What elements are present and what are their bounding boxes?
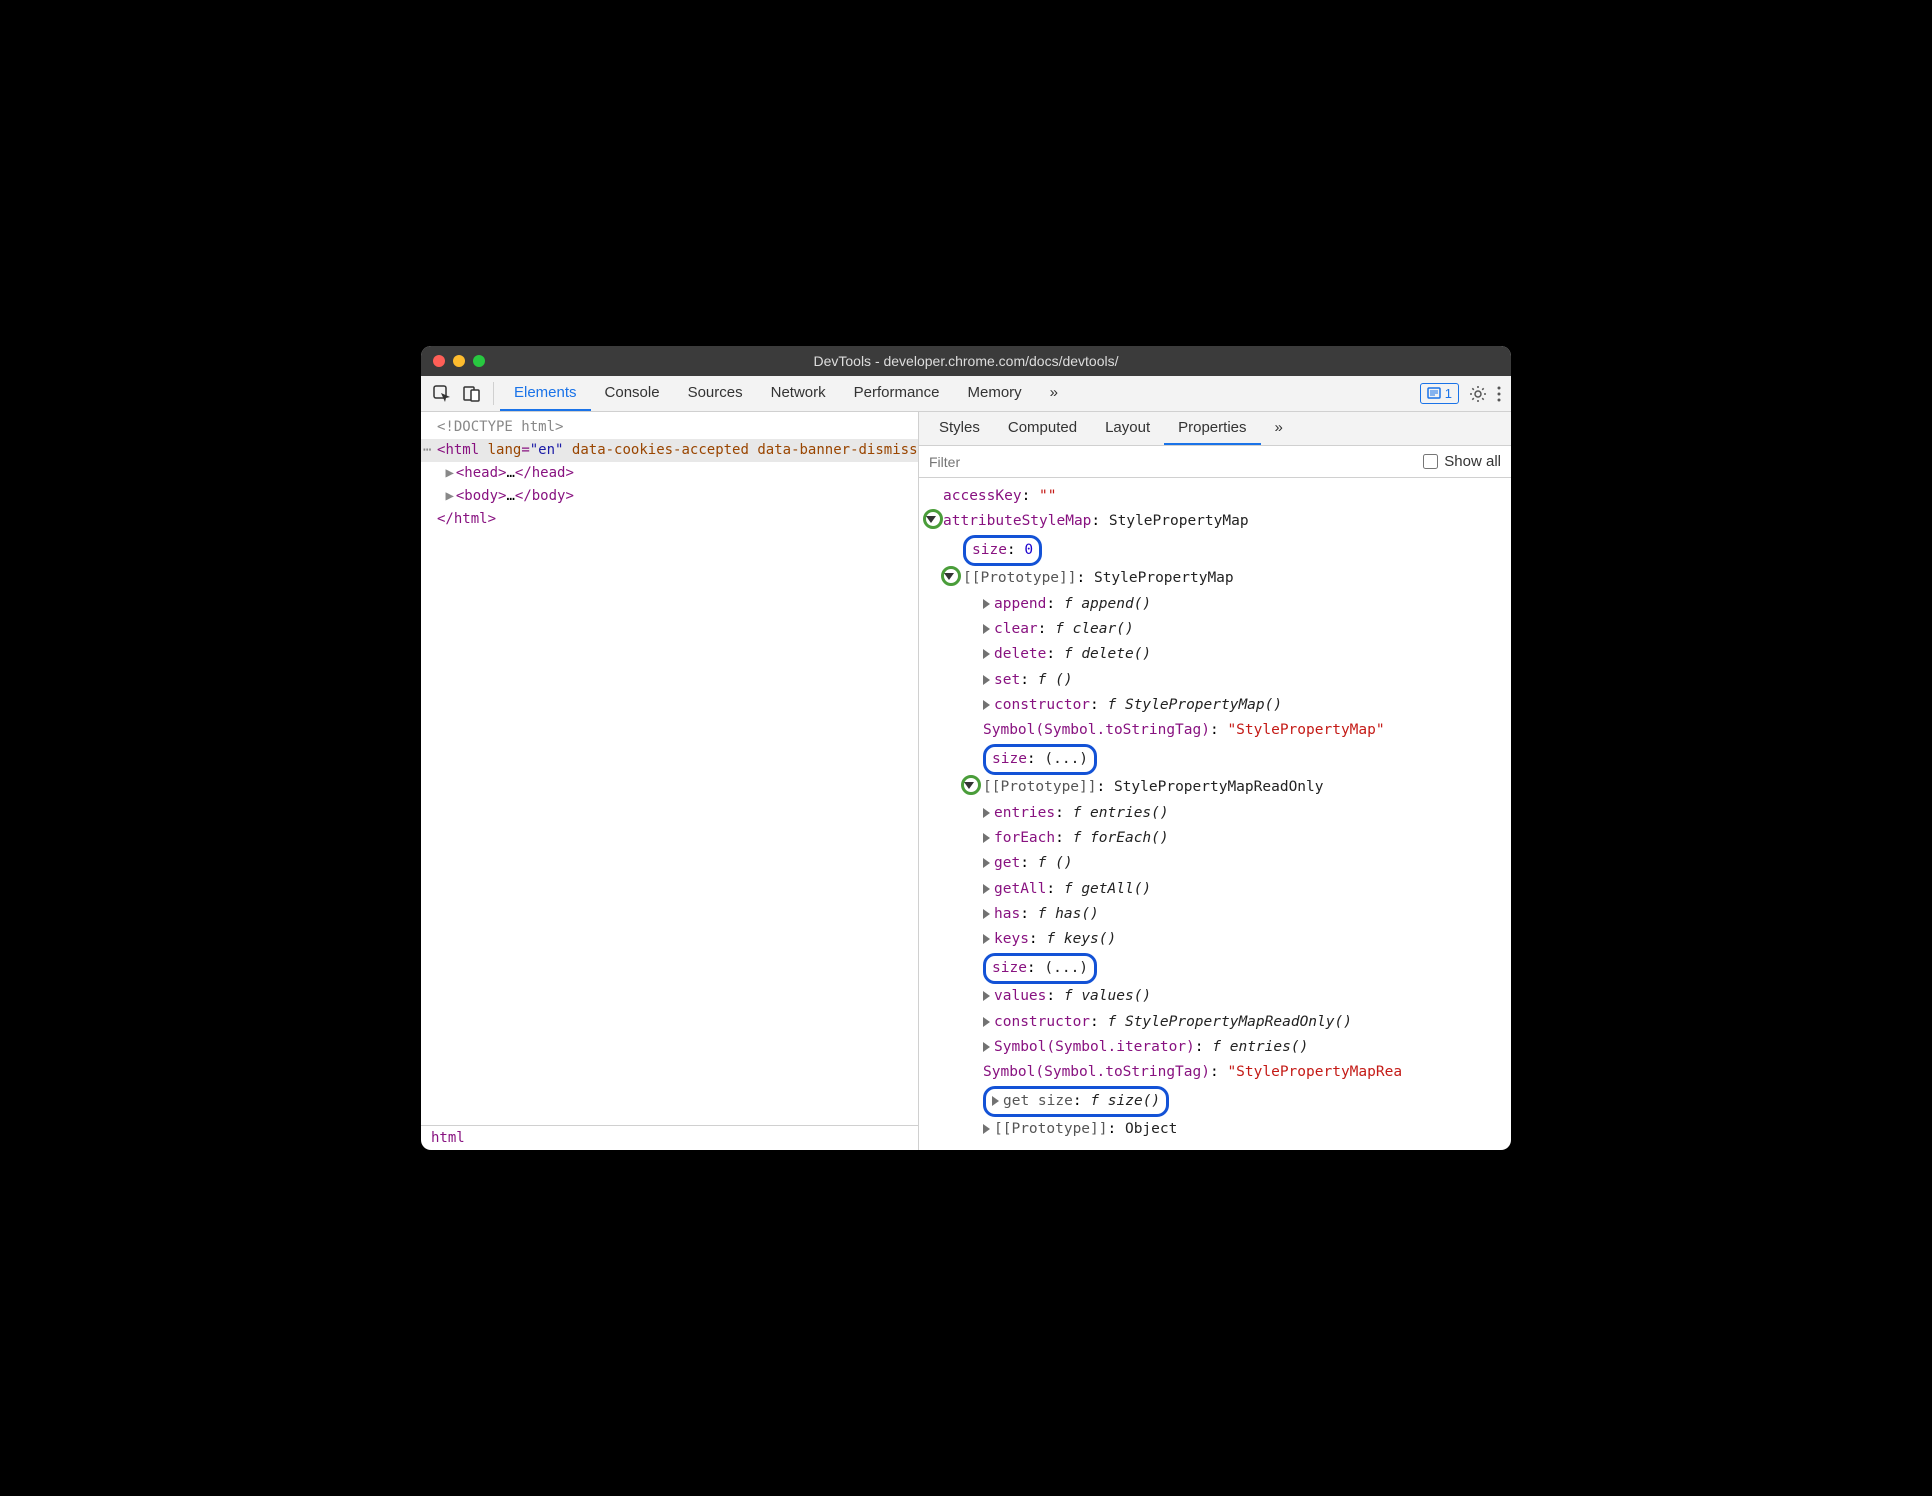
chevron-right-icon[interactable] — [983, 700, 990, 710]
tab-performance[interactable]: Performance — [840, 376, 954, 411]
device-toolbar-icon[interactable] — [457, 376, 487, 411]
prop-set[interactable]: set: f () — [919, 668, 1511, 693]
prop-symbol-tostringtag-1[interactable]: Symbol(Symbol.toStringTag): "StyleProper… — [919, 718, 1511, 743]
chevron-right-icon[interactable] — [983, 934, 990, 944]
tab-sources[interactable]: Sources — [674, 376, 757, 411]
chevron-down-icon — [944, 573, 954, 580]
window-controls — [433, 355, 485, 367]
elements-panel: <!DOCTYPE html> <html lang="en" data-coo… — [421, 412, 919, 1150]
dom-html-element[interactable]: <html lang="en" data-cookies-accepted da… — [421, 439, 918, 462]
chevron-right-icon[interactable] — [983, 1124, 990, 1134]
toolbar-right: 1 — [1420, 376, 1511, 411]
show-all-checkbox[interactable] — [1423, 454, 1438, 469]
prop-symbol-tostringtag-2[interactable]: Symbol(Symbol.toStringTag): "StyleProper… — [919, 1060, 1511, 1085]
properties-list[interactable]: accessKey: "" attributeStyleMap: StylePr… — [919, 478, 1511, 1150]
tab-more-sidebar[interactable]: » — [1261, 412, 1297, 445]
show-all-toggle[interactable]: Show all — [1423, 453, 1501, 470]
dom-head[interactable]: ▶<head>…</head> — [421, 462, 918, 485]
tab-memory[interactable]: Memory — [954, 376, 1036, 411]
maximize-icon[interactable] — [473, 355, 485, 367]
inspect-icon[interactable] — [427, 376, 457, 411]
tab-elements[interactable]: Elements — [500, 376, 591, 411]
prop-append[interactable]: append: f append() — [919, 592, 1511, 617]
prop-prototype-2[interactable]: [[Prototype]]: StylePropertyMapReadOnly — [919, 775, 1511, 800]
chevron-right-icon[interactable] — [983, 808, 990, 818]
prop-clear[interactable]: clear: f clear() — [919, 617, 1511, 642]
prop-prototype-3[interactable]: [[Prototype]]: Object — [919, 1117, 1511, 1142]
chevron-right-icon[interactable] — [983, 884, 990, 894]
chevron-right-icon[interactable] — [983, 858, 990, 868]
tab-network[interactable]: Network — [757, 376, 840, 411]
prop-getall[interactable]: getAll: f getAll() — [919, 877, 1511, 902]
show-all-label: Show all — [1444, 453, 1501, 470]
dom-body[interactable]: ▶<body>…</body> — [421, 485, 918, 508]
prop-delete[interactable]: delete: f delete() — [919, 642, 1511, 667]
tab-computed[interactable]: Computed — [994, 412, 1091, 445]
prop-size-1[interactable]: size: (...) — [919, 744, 1511, 775]
expand-circle-icon[interactable] — [923, 509, 943, 529]
prop-foreach[interactable]: forEach: f forEach() — [919, 826, 1511, 851]
dom-doctype[interactable]: <!DOCTYPE html> — [421, 416, 918, 439]
prop-size-0[interactable]: size: 0 — [919, 535, 1511, 566]
expand-circle-icon[interactable] — [941, 566, 961, 586]
dom-tree[interactable]: <!DOCTYPE html> <html lang="en" data-coo… — [421, 412, 918, 1125]
prop-constructor-2[interactable]: constructor: f StylePropertyMapReadOnly(… — [919, 1010, 1511, 1035]
content: <!DOCTYPE html> <html lang="en" data-coo… — [421, 412, 1511, 1150]
prop-attributestylemap[interactable]: attributeStyleMap: StylePropertyMap — [919, 509, 1511, 534]
chevron-down-icon — [926, 516, 936, 523]
chevron-right-icon[interactable] — [983, 991, 990, 1001]
gear-icon[interactable] — [1469, 385, 1487, 403]
prop-keys[interactable]: keys: f keys() — [919, 927, 1511, 952]
devtools-window: DevTools - developer.chrome.com/docs/dev… — [421, 346, 1511, 1150]
prop-has[interactable]: has: f has() — [919, 902, 1511, 927]
tab-styles[interactable]: Styles — [925, 412, 994, 445]
tab-properties[interactable]: Properties — [1164, 412, 1260, 445]
main-toolbar: Elements Console Sources Network Perform… — [421, 376, 1511, 412]
prop-prototype-1[interactable]: [[Prototype]]: StylePropertyMap — [919, 566, 1511, 591]
minimize-icon[interactable] — [453, 355, 465, 367]
titlebar: DevTools - developer.chrome.com/docs/dev… — [421, 346, 1511, 376]
issues-badge[interactable]: 1 — [1420, 383, 1459, 404]
chevron-right-icon[interactable] — [983, 909, 990, 919]
chevron-right-icon[interactable] — [983, 624, 990, 634]
filter-row: Show all — [919, 446, 1511, 478]
separator — [493, 382, 494, 405]
chevron-right-icon[interactable] — [983, 649, 990, 659]
chevron-right-icon[interactable] — [983, 1017, 990, 1027]
prop-constructor-1[interactable]: constructor: f StylePropertyMap() — [919, 693, 1511, 718]
close-icon[interactable] — [433, 355, 445, 367]
prop-symbol-iterator[interactable]: Symbol(Symbol.iterator): f entries() — [919, 1035, 1511, 1060]
issues-count: 1 — [1445, 386, 1452, 401]
chevron-down-icon — [964, 782, 974, 789]
prop-get-size[interactable]: get size: f size() — [919, 1086, 1511, 1117]
dom-html-close[interactable]: </html> — [421, 508, 918, 531]
chevron-right-icon[interactable] — [983, 833, 990, 843]
prop-get[interactable]: get: f () — [919, 851, 1511, 876]
prop-entries[interactable]: entries: f entries() — [919, 801, 1511, 826]
window-title: DevTools - developer.chrome.com/docs/dev… — [421, 353, 1511, 369]
prop-values[interactable]: values: f values() — [919, 984, 1511, 1009]
chevron-right-icon[interactable] — [992, 1096, 999, 1106]
prop-size-2[interactable]: size: (...) — [919, 953, 1511, 984]
expand-circle-icon[interactable] — [961, 775, 981, 795]
sidebar-panel: Styles Computed Layout Properties » Show… — [919, 412, 1511, 1150]
chevron-right-icon[interactable] — [983, 1042, 990, 1052]
sidebar-tabs: Styles Computed Layout Properties » — [919, 412, 1511, 446]
tab-layout[interactable]: Layout — [1091, 412, 1164, 445]
breadcrumb[interactable]: html — [421, 1125, 918, 1150]
chevron-right-icon[interactable] — [983, 675, 990, 685]
tab-console[interactable]: Console — [591, 376, 674, 411]
main-tabs: Elements Console Sources Network Perform… — [500, 376, 1072, 411]
prop-accesskey[interactable]: accessKey: "" — [919, 484, 1511, 509]
filter-input[interactable] — [929, 454, 1415, 470]
kebab-icon[interactable] — [1497, 385, 1501, 403]
chevron-right-icon[interactable] — [983, 599, 990, 609]
tab-more[interactable]: » — [1036, 376, 1072, 411]
